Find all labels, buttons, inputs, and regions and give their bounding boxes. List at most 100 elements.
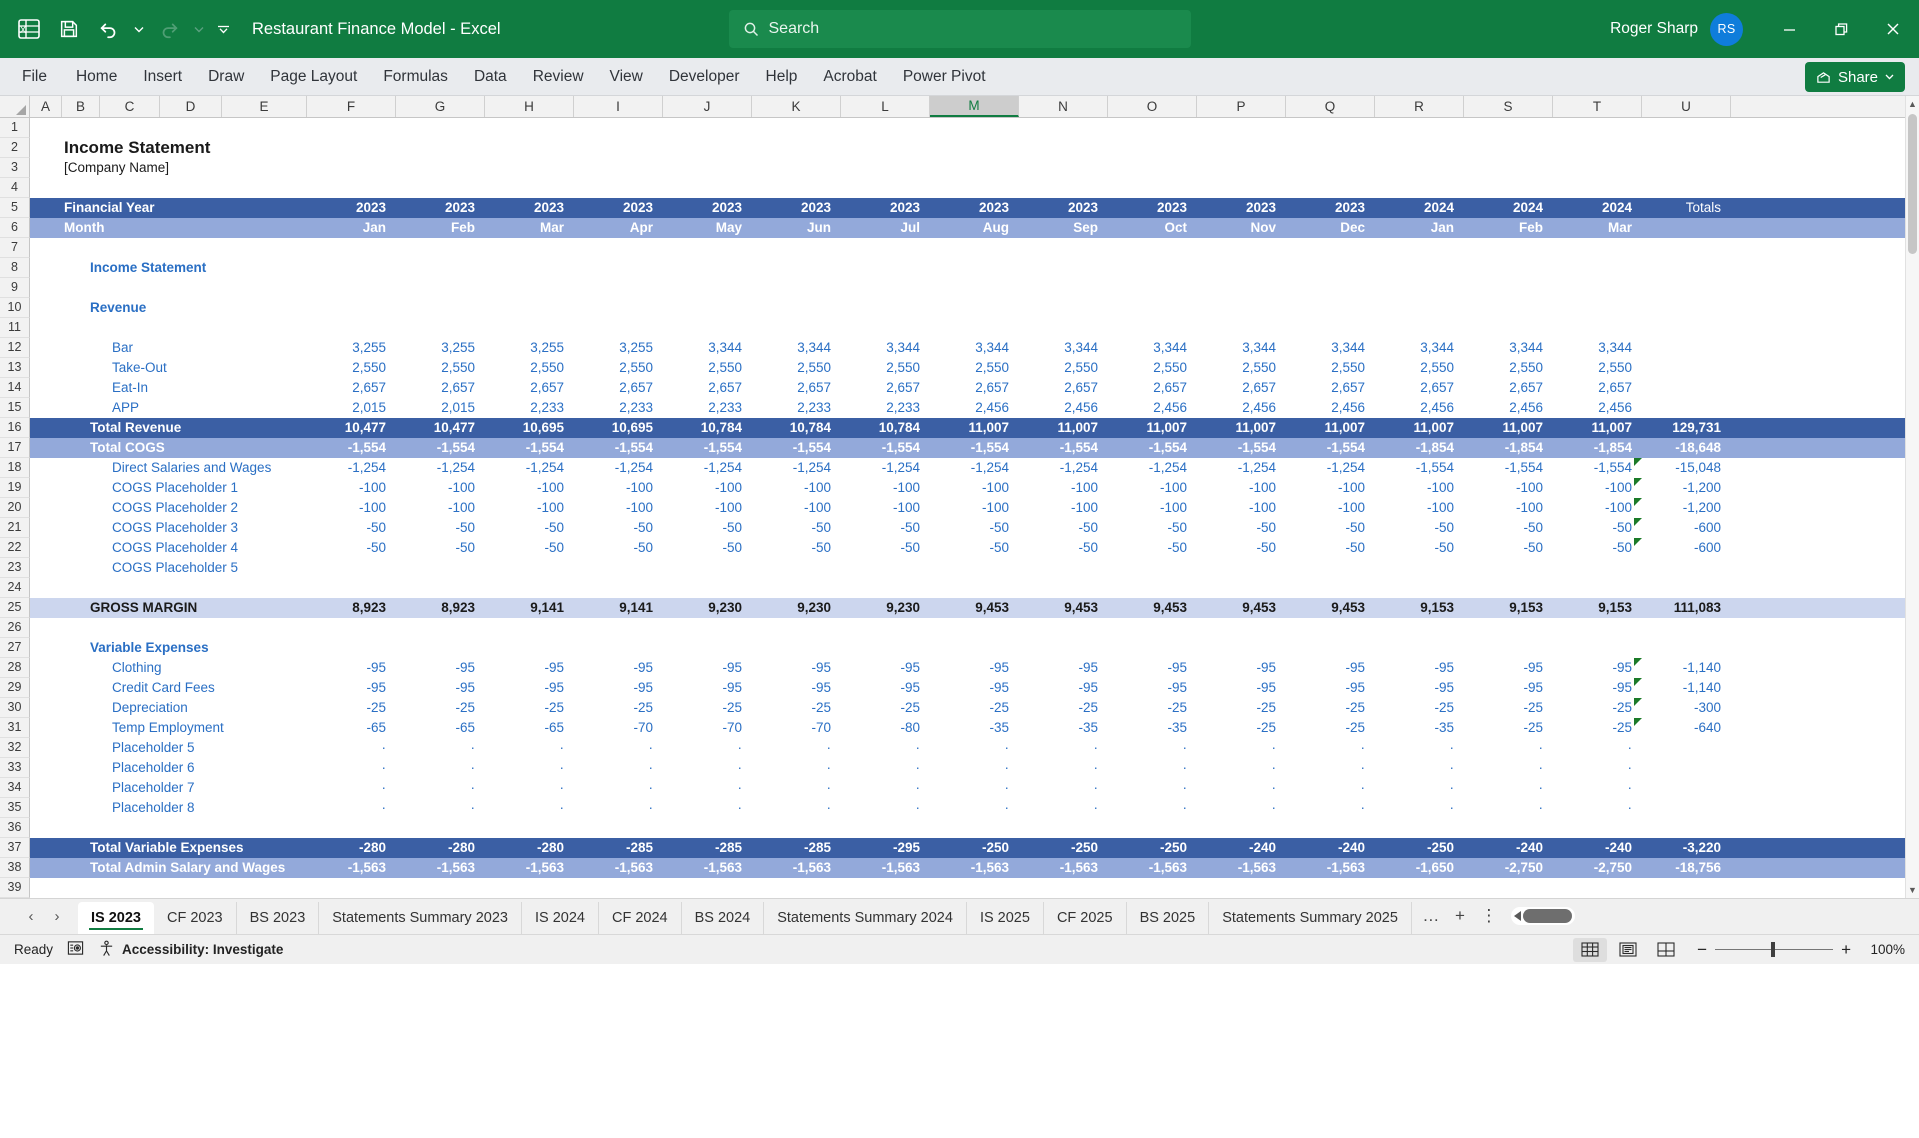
cell-O18[interactable]: -1,254 [1108, 458, 1197, 478]
cell-M29[interactable]: -95 [930, 678, 1019, 698]
sheet-tab-cf-2024[interactable]: CF 2024 [599, 902, 682, 934]
cell-N33[interactable]: · [1019, 758, 1108, 778]
cell-M31[interactable]: -35 [930, 718, 1019, 738]
sheet-tab-statements-summary-2025[interactable]: Statements Summary 2025 [1209, 902, 1412, 934]
undo-icon[interactable] [90, 10, 128, 48]
cell-O13[interactable]: 2,550 [1108, 358, 1197, 378]
cell-L29[interactable]: -95 [841, 678, 930, 698]
cell-Q30[interactable]: -25 [1286, 698, 1375, 718]
month-header-P[interactable]: Nov [1197, 218, 1286, 238]
cell-J31[interactable]: -70 [663, 718, 752, 738]
cell-I33[interactable]: · [574, 758, 663, 778]
row-label-12[interactable]: Bar [30, 338, 307, 358]
cell-T14[interactable]: 2,657 [1553, 378, 1642, 398]
cell-M33[interactable]: · [930, 758, 1019, 778]
cell-M13[interactable]: 2,550 [930, 358, 1019, 378]
cell-Q13[interactable]: 2,550 [1286, 358, 1375, 378]
row-header-17[interactable]: 17 [0, 438, 30, 458]
cell-M18[interactable]: -1,254 [930, 458, 1019, 478]
cell-L19[interactable]: -100 [841, 478, 930, 498]
cell-T37[interactable]: -240 [1553, 838, 1642, 858]
cell-H35[interactable]: · [485, 798, 574, 818]
cell-Q27[interactable] [1286, 638, 1375, 658]
column-header-E[interactable]: E [222, 96, 307, 117]
cell-R23[interactable] [1375, 558, 1464, 578]
cell-T29[interactable]: -95 [1553, 678, 1642, 698]
year-header-N[interactable]: 2023 [1019, 198, 1108, 218]
cell-J15[interactable]: 2,233 [663, 398, 752, 418]
cell-S20[interactable]: -100 [1464, 498, 1553, 518]
cell-O17[interactable]: -1,554 [1108, 438, 1197, 458]
cell-S29[interactable]: -95 [1464, 678, 1553, 698]
row-header-33[interactable]: 33 [0, 758, 30, 778]
cell-J35[interactable]: · [663, 798, 752, 818]
cell-L35[interactable]: · [841, 798, 930, 818]
horizontal-scrollbar[interactable] [1510, 907, 1575, 925]
column-header-L[interactable]: L [841, 96, 930, 117]
month-header-total[interactable] [1642, 218, 1731, 238]
row-header-22[interactable]: 22 [0, 538, 30, 558]
cell-R35[interactable]: · [1375, 798, 1464, 818]
cell-U32[interactable] [1642, 738, 1731, 758]
cell-R24[interactable] [1375, 578, 1464, 598]
cell-G33[interactable]: · [396, 758, 485, 778]
column-header-H[interactable]: H [485, 96, 574, 117]
company-name[interactable]: [Company Name] [30, 158, 307, 178]
cell-M19[interactable]: -100 [930, 478, 1019, 498]
cell-J16[interactable]: 10,784 [663, 418, 752, 438]
cell-H24[interactable] [485, 578, 574, 598]
cell-R21[interactable]: -50 [1375, 518, 1464, 538]
page-break-view-icon[interactable] [1649, 938, 1683, 962]
cell-L20[interactable]: -100 [841, 498, 930, 518]
cell-U35[interactable] [1642, 798, 1731, 818]
ribbon-tab-power-pivot[interactable]: Power Pivot [890, 58, 999, 96]
cell-Q26[interactable] [1286, 618, 1375, 638]
cell-F31[interactable]: -65 [307, 718, 396, 738]
column-header-I[interactable]: I [574, 96, 663, 117]
cell-Q17[interactable]: -1,554 [1286, 438, 1375, 458]
cell-H37[interactable]: -280 [485, 838, 574, 858]
cell-K30[interactable]: -25 [752, 698, 841, 718]
cell-N35[interactable]: · [1019, 798, 1108, 818]
cell-U27[interactable] [1642, 638, 1731, 658]
year-header-G[interactable]: 2023 [396, 198, 485, 218]
cell-G18[interactable]: -1,254 [396, 458, 485, 478]
cell-H16[interactable]: 10,695 [485, 418, 574, 438]
sheet-overflow-icon[interactable]: … [1418, 903, 1444, 929]
cell-N19[interactable]: -100 [1019, 478, 1108, 498]
column-header-R[interactable]: R [1375, 96, 1464, 117]
cell-F27[interactable] [307, 638, 396, 658]
cell-G24[interactable] [396, 578, 485, 598]
cell-H25[interactable]: 9,141 [485, 598, 574, 618]
row-header-36[interactable]: 36 [0, 818, 30, 838]
cell-R25[interactable]: 9,153 [1375, 598, 1464, 618]
column-header-D[interactable]: D [160, 96, 222, 117]
row-header-39[interactable]: 39 [0, 878, 30, 898]
sheet-tab-statements-summary-2024[interactable]: Statements Summary 2024 [764, 902, 967, 934]
row-header-7[interactable]: 7 [0, 238, 30, 258]
cell-R14[interactable]: 2,657 [1375, 378, 1464, 398]
cell-M16[interactable]: 11,007 [930, 418, 1019, 438]
cell-M23[interactable] [930, 558, 1019, 578]
row-header-34[interactable]: 34 [0, 778, 30, 798]
cell-O30[interactable]: -25 [1108, 698, 1197, 718]
cell-T23[interactable] [1553, 558, 1642, 578]
cell-K38[interactable]: -1,563 [752, 858, 841, 878]
cell-R22[interactable]: -50 [1375, 538, 1464, 558]
cell-G35[interactable]: · [396, 798, 485, 818]
cell-P21[interactable]: -50 [1197, 518, 1286, 538]
sheet-tab-is-2023[interactable]: IS 2023 [78, 902, 154, 934]
cell-U17[interactable]: -18,648 [1642, 438, 1731, 458]
cell-I26[interactable] [574, 618, 663, 638]
cell-N30[interactable]: -25 [1019, 698, 1108, 718]
cell-F32[interactable]: · [307, 738, 396, 758]
cell-I34[interactable]: · [574, 778, 663, 798]
cell-M36[interactable] [930, 818, 1019, 838]
row-header-1[interactable]: 1 [0, 118, 30, 138]
cell-H34[interactable]: · [485, 778, 574, 798]
year-header-O[interactable]: 2023 [1108, 198, 1197, 218]
month-header-T[interactable]: Mar [1553, 218, 1642, 238]
cell-Q23[interactable] [1286, 558, 1375, 578]
cell-U31[interactable]: -640 [1642, 718, 1731, 738]
row-header-11[interactable]: 11 [0, 318, 30, 338]
